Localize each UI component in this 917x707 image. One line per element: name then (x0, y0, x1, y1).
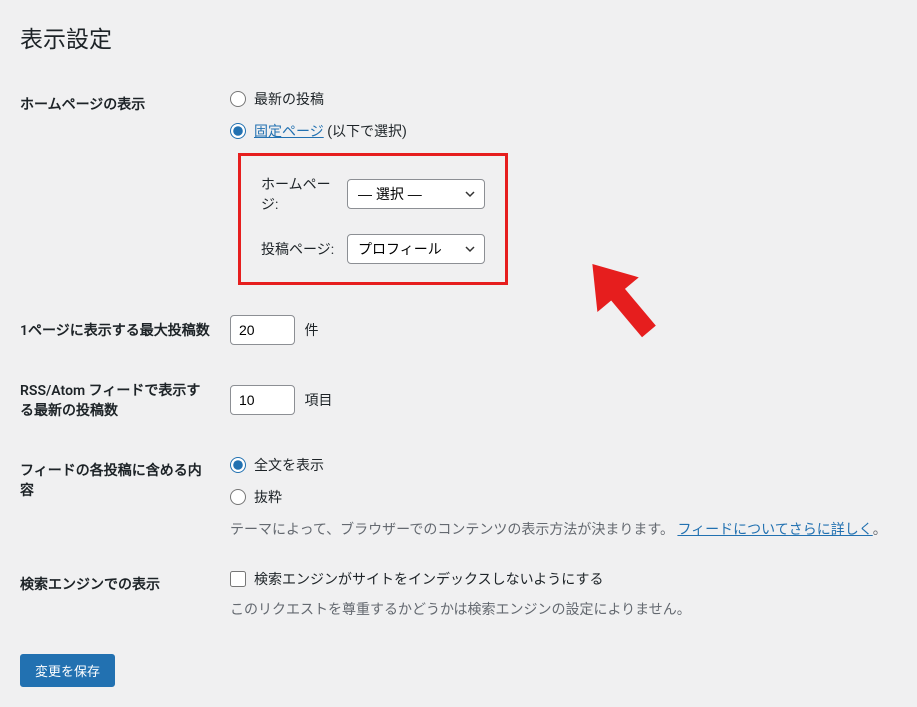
static-page-suffix: (以下で選択) (324, 124, 407, 140)
homepage-select-label: ホームページ: (261, 174, 339, 214)
page-title: 表示設定 (20, 20, 897, 54)
radio-static-page[interactable] (230, 123, 246, 139)
rss-count-input[interactable] (230, 385, 295, 415)
homepage-display-label: ホームページの表示 (20, 74, 220, 300)
radio-latest-posts[interactable] (230, 91, 246, 107)
feed-content-label: フィードの各投稿に含める内容 (20, 440, 220, 554)
search-engine-checkbox[interactable] (230, 571, 246, 587)
radio-full-text[interactable] (230, 457, 246, 473)
radio-latest-posts-label: 最新の投稿 (254, 89, 324, 109)
radio-full-text-label: 全文を表示 (254, 455, 324, 475)
posts-per-page-unit: 件 (304, 323, 318, 339)
rss-count-unit: 項目 (304, 393, 332, 409)
posts-page-select[interactable]: プロフィール (347, 234, 485, 264)
feed-description-suffix: 。 (873, 522, 887, 538)
rss-count-label: RSS/Atom フィードで表示する最新の投稿数 (20, 360, 220, 440)
search-engine-checkbox-label: 検索エンジンがサイトをインデックスしないようにする (254, 569, 603, 589)
search-engine-label: 検索エンジンでの表示 (20, 554, 220, 634)
static-page-link[interactable]: 固定ページ (254, 124, 324, 140)
radio-excerpt[interactable] (230, 489, 246, 505)
posts-page-select-label: 投稿ページ: (261, 239, 339, 259)
homepage-select[interactable]: — 選択 — (347, 179, 485, 209)
posts-per-page-input[interactable] (230, 315, 295, 345)
posts-per-page-label: 1ページに表示する最大投稿数 (20, 300, 220, 360)
radio-excerpt-label: 抜粋 (254, 487, 282, 507)
feed-description-prefix: テーマによって、ブラウザーでのコンテンツの表示方法が決まります。 (230, 522, 674, 538)
search-engine-description: このリクエストを尊重するかどうかは検索エンジンの設定によりません。 (230, 599, 887, 619)
save-button[interactable]: 変更を保存 (20, 654, 115, 687)
feed-description-link[interactable]: フィードについてさらに詳しく (677, 522, 872, 538)
highlight-box: ホームページ: — 選択 — 投稿ページ: プロフィール (238, 153, 508, 285)
